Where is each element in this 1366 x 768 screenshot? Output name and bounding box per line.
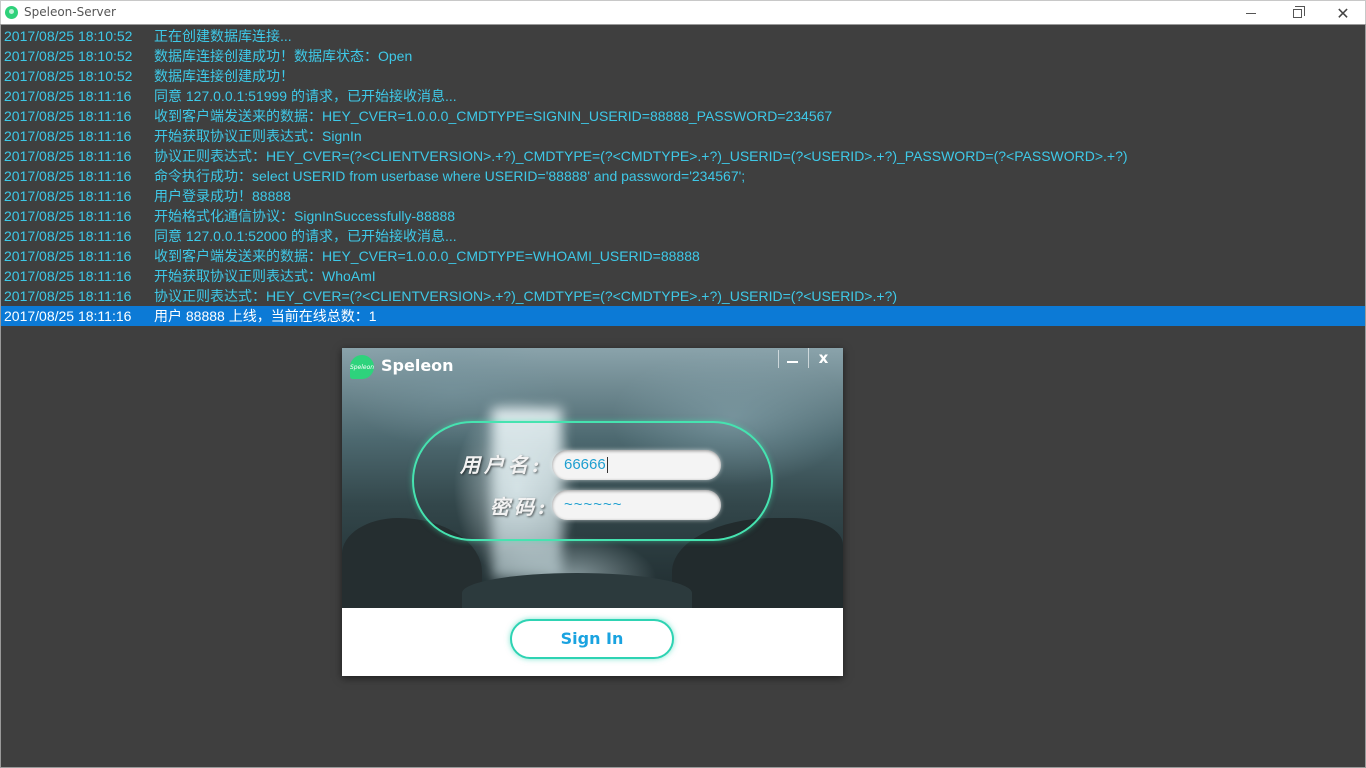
log-message: 协议正则表达式：HEY_CVER=(?<CLIENTVERSION>.+?)_C… bbox=[154, 288, 897, 304]
window-close-button[interactable]: ✕ bbox=[1320, 1, 1366, 25]
log-timestamp: 2017/08/25 18:11:16 bbox=[4, 208, 132, 224]
window-titlebar: Speleon-Server ✕ bbox=[0, 0, 1366, 24]
log-row[interactable]: 2017/08/25 18:11:16 协议正则表达式：HEY_CVER=(?<C… bbox=[1, 146, 1365, 166]
log-row[interactable]: 2017/08/25 18:11:16 协议正则表达式：HEY_CVER=(?<C… bbox=[1, 286, 1365, 306]
log-message: 开始获取协议正则表达式：WhoAmI bbox=[154, 268, 376, 284]
log-timestamp: 2017/08/25 18:11:16 bbox=[4, 168, 132, 184]
log-timestamp: 2017/08/25 18:10:52 bbox=[4, 28, 133, 44]
log-row[interactable]: 2017/08/25 18:11:16 收到客户端发送来的数据：HEY_CVER=… bbox=[1, 106, 1365, 126]
log-message: 开始格式化通信协议：SignInSuccessfully-88888 bbox=[154, 208, 456, 224]
log-message: 用户 88888 上线，当前在线总数：1 bbox=[154, 308, 377, 324]
window-title: Speleon-Server bbox=[24, 5, 116, 19]
window-restore-button[interactable] bbox=[1274, 1, 1320, 25]
log-message: 收到客户端发送来的数据：HEY_CVER=1.0.0.0_CMDTYPE=SIG… bbox=[154, 108, 833, 124]
log-row[interactable]: 2017/08/25 18:11:16 开始获取协议正则表达式：SignIn bbox=[1, 126, 1365, 146]
log-row[interactable]: 2017/08/25 18:11:16 收到客户端发送来的数据：HEY_CVER=… bbox=[1, 246, 1365, 266]
log-message: 收到客户端发送来的数据：HEY_CVER=1.0.0.0_CMDTYPE=WHO… bbox=[154, 248, 700, 264]
log-message: 数据库连接创建成功！数据库状态：Open bbox=[154, 48, 413, 64]
window-minimize-button[interactable] bbox=[1228, 1, 1274, 25]
log-row[interactable]: 2017/08/25 18:11:16 开始获取协议正则表达式：WhoAmI bbox=[1, 266, 1365, 286]
sign-in-button[interactable]: Sign In bbox=[510, 619, 674, 659]
log-row[interactable]: 2017/08/25 18:11:16 开始格式化通信协议：SignInSucce… bbox=[1, 206, 1365, 226]
dialog-brand-title: Speleon bbox=[381, 356, 454, 375]
log-timestamp: 2017/08/25 18:11:16 bbox=[4, 308, 132, 324]
log-row[interactable]: 2017/08/25 18:11:16 用户登录成功！88888 bbox=[1, 186, 1365, 206]
log-timestamp: 2017/08/25 18:11:16 bbox=[4, 128, 132, 144]
close-icon: ✕ bbox=[1336, 3, 1350, 23]
log-row[interactable]: 2017/08/25 18:10:52 数据库连接创建成功！数据库状态：Open bbox=[1, 46, 1365, 66]
log-timestamp: 2017/08/25 18:11:16 bbox=[4, 228, 132, 244]
dialog-close-button[interactable]: x bbox=[808, 348, 838, 368]
log-message: 协议正则表达式：HEY_CVER=(?<CLIENTVERSION>.+?)_C… bbox=[154, 148, 1128, 164]
log-row[interactable]: 2017/08/25 18:11:16 同意 127.0.0.1:51999 的请… bbox=[1, 86, 1365, 106]
log-timestamp: 2017/08/25 18:11:16 bbox=[4, 188, 132, 204]
speleon-logo-icon: Speleon bbox=[350, 355, 374, 379]
log-message: 开始获取协议正则表达式：SignIn bbox=[154, 128, 362, 144]
log-message: 数据库连接创建成功！ bbox=[154, 68, 294, 84]
login-dialog: Speleon Speleon x 用户名: 66666 密码: ~~~~~~ … bbox=[342, 348, 843, 676]
restore-icon bbox=[1292, 5, 1305, 18]
minimize-icon bbox=[787, 361, 798, 363]
username-label: 用户名: bbox=[460, 453, 544, 477]
log-message: 用户登录成功！88888 bbox=[154, 188, 291, 204]
log-timestamp: 2017/08/25 18:11:16 bbox=[4, 268, 132, 284]
log-row[interactable]: 2017/08/25 18:10:52 数据库连接创建成功！ bbox=[1, 66, 1365, 86]
username-input[interactable]: 66666 bbox=[552, 450, 721, 480]
text-caret bbox=[606, 457, 608, 474]
log-message: 正在创建数据库连接... bbox=[154, 28, 292, 44]
log-timestamp: 2017/08/25 18:11:16 bbox=[4, 108, 132, 124]
log-timestamp: 2017/08/25 18:10:52 bbox=[4, 68, 133, 84]
log-message: 同意 127.0.0.1:52000 的请求，已开始接收消息... bbox=[154, 228, 457, 244]
log-row[interactable]: 2017/08/25 18:11:16 同意 127.0.0.1:52000 的请… bbox=[1, 226, 1365, 246]
app-logo-icon bbox=[5, 6, 18, 19]
credentials-panel bbox=[412, 421, 773, 541]
log-timestamp: 2017/08/25 18:11:16 bbox=[4, 88, 132, 104]
log-message: 同意 127.0.0.1:51999 的请求，已开始接收消息... bbox=[154, 88, 457, 104]
log-row[interactable]: 2017/08/25 18:11:16 用户 88888 上线，当前在线总数：1 bbox=[1, 306, 1365, 326]
log-message: 命令执行成功：select USERID from userbase where… bbox=[154, 168, 746, 184]
password-input[interactable]: ~~~~~~ bbox=[552, 490, 721, 520]
log-timestamp: 2017/08/25 18:11:16 bbox=[4, 288, 132, 304]
dialog-minimize-button[interactable] bbox=[778, 350, 806, 368]
log-timestamp: 2017/08/25 18:10:52 bbox=[4, 48, 133, 64]
log-row[interactable]: 2017/08/25 18:11:16 命令执行成功：select USERID … bbox=[1, 166, 1365, 186]
log-timestamp: 2017/08/25 18:11:16 bbox=[4, 248, 132, 264]
minimize-icon bbox=[1246, 12, 1256, 14]
password-label: 密码: bbox=[490, 495, 550, 519]
log-timestamp: 2017/08/25 18:11:16 bbox=[4, 148, 132, 164]
log-row[interactable]: 2017/08/25 18:10:52 正在创建数据库连接... bbox=[1, 26, 1365, 46]
